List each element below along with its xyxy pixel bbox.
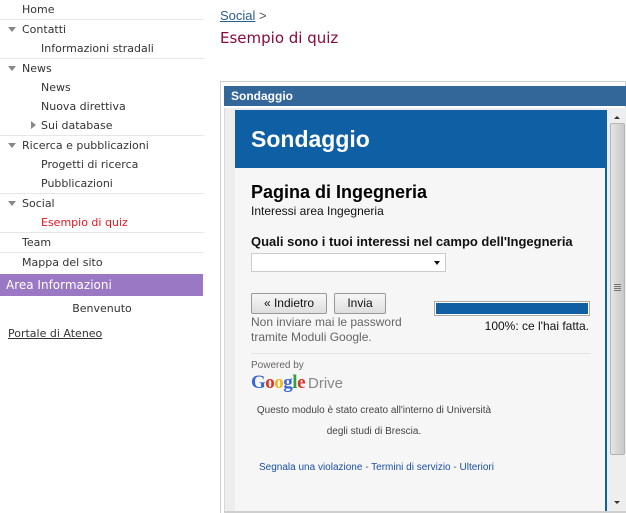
google-letter: o	[265, 372, 275, 393]
submit-button[interactable]: Invia	[334, 293, 386, 314]
back-button[interactable]: « Indietro	[251, 293, 327, 314]
gadget-title: Sondaggio	[224, 86, 626, 106]
sidebar-item-esempio-quiz[interactable]: Esempio di quiz	[0, 213, 204, 233]
form-page-description: Interessi area Ingegneria	[251, 204, 384, 218]
expanded-triangle-icon[interactable]	[8, 194, 18, 213]
report-abuse-link[interactable]: Segnala una violazione	[259, 462, 362, 473]
sidebar-item-sui-database[interactable]: Sui database	[0, 116, 204, 136]
interests-select[interactable]	[251, 253, 446, 272]
question-label: Quali sono i tuoi interessi nel campo de…	[251, 234, 573, 249]
powered-by-text: Powered by	[251, 360, 304, 371]
form-iframe: Sondaggio Pagina di Ingegneria Interessi…	[224, 108, 626, 513]
breadcrumb: Social >	[220, 8, 267, 23]
sidebar-item-contatti[interactable]: Contatti	[0, 20, 204, 39]
sidebar-item-label: Pubblicazioni	[41, 177, 113, 190]
breadcrumb-social-link[interactable]: Social	[220, 8, 255, 23]
terms-link[interactable]: Termini di servizio	[371, 462, 450, 473]
sidebar: Home Contatti Informazioni stradali News…	[0, 0, 204, 340]
breadcrumb-separator: >	[259, 8, 267, 23]
portal-link[interactable]: Portale di Ateneo	[8, 327, 102, 340]
dropdown-arrow-icon[interactable]	[434, 261, 440, 265]
sidebar-item-label: Esempio di quiz	[41, 216, 128, 229]
sidebar-item-label: Sui database	[41, 119, 113, 132]
area-info-header: Area Informazioni	[0, 274, 203, 296]
more-link[interactable]: Ulteriori	[460, 462, 494, 473]
progress-bar	[434, 301, 590, 316]
expanded-triangle-icon[interactable]	[8, 59, 18, 78]
sidebar-item-ricerca-pubblicazioni[interactable]: Ricerca e pubblicazioni	[0, 136, 204, 155]
sidebar-item-label: Social	[22, 197, 55, 210]
created-note: Questo modulo è stato creato all'interno…	[243, 400, 505, 442]
google-form: Sondaggio Pagina di Ingegneria Interessi…	[235, 110, 607, 513]
sidebar-item-label: Team	[22, 236, 52, 249]
password-warning: Non inviare mai le password tramite Modu…	[251, 315, 402, 344]
vertical-scrollbar[interactable]	[607, 108, 626, 513]
sidebar-item-label: Informazioni stradali	[41, 42, 154, 55]
form-navigation: « Indietro Invia Non inviare mai le pass…	[235, 293, 605, 353]
progress-text: 100%: ce l'hai fatta.	[484, 319, 589, 333]
google-logo-text: Google	[251, 372, 305, 393]
link-separator: -	[450, 462, 460, 473]
sidebar-item-nuova-direttiva[interactable]: Nuova direttiva	[0, 97, 204, 116]
sidebar-item-label: News	[41, 81, 71, 94]
sidebar-item-informazioni-stradali[interactable]: Informazioni stradali	[0, 39, 204, 59]
progress-fill	[436, 303, 588, 314]
welcome-text: Benvenuto	[72, 302, 132, 315]
form-page-title: Pagina di Ingegneria	[251, 182, 428, 202]
footer-divider	[251, 353, 591, 354]
sidebar-item-home[interactable]: Home	[0, 0, 204, 20]
google-letter: e	[297, 372, 305, 393]
sidebar-item-label: Ricerca e pubblicazioni	[22, 139, 149, 152]
sidebar-item-pubblicazioni[interactable]: Pubblicazioni	[0, 174, 204, 194]
created-line-2: degli studi di Brescia.	[326, 426, 422, 437]
expanded-triangle-icon[interactable]	[8, 20, 18, 39]
link-separator: -	[362, 462, 372, 473]
created-line-1: Questo modulo è stato creato all'interno…	[256, 405, 492, 416]
sidebar-item-label: Progetti di ricerca	[41, 158, 139, 171]
form-banner: Sondaggio	[235, 110, 605, 168]
scrollbar-thumb[interactable]	[610, 123, 625, 455]
sidebar-item-label: Mappa del sito	[22, 256, 103, 269]
page-title: Esempio di quiz	[220, 29, 339, 47]
sidebar-item-team[interactable]: Team	[0, 233, 204, 253]
expanded-triangle-icon[interactable]	[8, 136, 18, 155]
google-drive-logo[interactable]: Google Drive	[251, 372, 605, 394]
sidebar-item-news-sub[interactable]: News	[0, 78, 204, 97]
grip-icon	[614, 284, 621, 292]
sidebar-item-label: Nuova direttiva	[41, 100, 126, 113]
sidebar-item-mappa-sito[interactable]: Mappa del sito	[0, 253, 204, 272]
sidebar-item-label: Contatti	[22, 23, 67, 36]
sidebar-item-label: Home	[22, 3, 55, 16]
google-letter: o	[274, 372, 284, 393]
sidebar-item-social[interactable]: Social	[0, 194, 204, 213]
scroll-up-arrow-icon[interactable]	[614, 116, 620, 119]
google-letter: G	[251, 372, 266, 393]
survey-gadget: Sondaggio Sondaggio Pagina di Ingegneria…	[220, 81, 626, 513]
google-letter: g	[283, 372, 293, 393]
collapsed-triangle-icon[interactable]	[30, 116, 40, 135]
drive-logo-text: Drive	[308, 375, 344, 392]
sidebar-item-progetti-ricerca[interactable]: Progetti di ricerca	[0, 155, 204, 174]
scroll-down-arrow-icon[interactable]	[614, 501, 620, 504]
footer-links: Segnala una violazione - Termini di serv…	[259, 462, 605, 473]
sidebar-item-news[interactable]: News	[0, 59, 204, 78]
sidebar-item-label: News	[22, 62, 52, 75]
